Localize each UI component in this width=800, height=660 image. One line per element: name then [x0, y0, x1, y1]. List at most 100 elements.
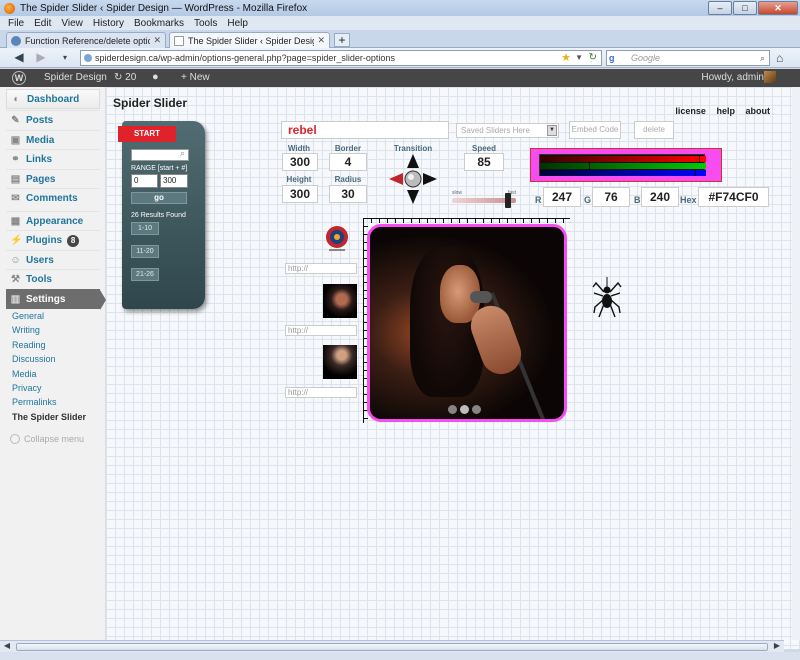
red-channel-bar[interactable] [540, 156, 706, 162]
menu-file[interactable]: File [8, 18, 24, 29]
sidebar-item-tools[interactable]: ⚒ Tools [6, 269, 100, 289]
search-input[interactable]: g Google ⌕ [606, 50, 770, 66]
slide-thumbnail-logo[interactable] [325, 225, 350, 253]
maximize-button[interactable]: □ [733, 1, 757, 15]
height-input[interactable]: 300 [282, 185, 318, 203]
sidebar-item-plugins[interactable]: ⚡ Plugins 8 [6, 230, 100, 250]
embed-code-field[interactable]: Embed Code [569, 121, 621, 139]
blue-marker[interactable] [695, 170, 696, 176]
green-input[interactable]: 76 [592, 187, 630, 207]
radius-input[interactable]: 30 [329, 185, 367, 203]
submenu-discussion[interactable]: Discussion [12, 354, 86, 368]
new-tab-button[interactable]: + [334, 33, 350, 47]
submenu-writing[interactable]: Writing [12, 325, 86, 339]
sidebar-item-pages[interactable]: ▤ Pages [6, 169, 100, 189]
range-count-input[interactable]: 300 [160, 174, 188, 188]
border-input[interactable]: 4 [329, 153, 367, 171]
search-icon[interactable]: ⌕ [180, 148, 185, 159]
submenu-permalinks[interactable]: Permalinks [12, 397, 86, 411]
speed-slider[interactable]: slow fast [452, 190, 516, 208]
google-icon[interactable]: g [609, 52, 621, 64]
sidebar-item-appearance[interactable]: ▦ Appearance [6, 211, 100, 231]
search-icon[interactable]: ⌕ [760, 51, 765, 65]
history-dropdown-icon[interactable]: ▾ [58, 51, 72, 65]
range-button-3[interactable]: 21-26 [131, 268, 159, 281]
updates-link[interactable]: ↻ 20 [114, 72, 136, 83]
menu-tools[interactable]: Tools [194, 18, 217, 29]
saved-sliders-select[interactable]: Saved Sliders Here ▼ [456, 123, 559, 138]
submenu-media[interactable]: Media [12, 369, 86, 383]
submenu-general[interactable]: General [12, 311, 86, 325]
slide-url-input-2[interactable]: http:// [285, 325, 357, 336]
slide-url-input-1[interactable]: http:// [285, 263, 357, 274]
range-button-1[interactable]: 1-10 [131, 222, 159, 235]
scroll-thumb[interactable] [16, 643, 768, 651]
bookmark-star-icon[interactable]: ★ [561, 51, 571, 65]
menu-bookmarks[interactable]: Bookmarks [134, 18, 184, 29]
address-bar[interactable]: spiderdesign.ca/wp-admin/options-general… [80, 50, 602, 66]
transition-direction-pad[interactable] [387, 152, 439, 206]
sidebar-item-posts[interactable]: ✎ Posts [6, 110, 100, 130]
hex-input[interactable]: #F74CF0 [698, 187, 769, 207]
scroll-right-icon[interactable]: ▶ [770, 641, 784, 652]
blue-channel-bar[interactable] [540, 170, 706, 176]
panel-search-input[interactable]: ⌕ [131, 148, 189, 161]
red-marker[interactable] [699, 156, 700, 162]
menu-help[interactable]: Help [227, 18, 248, 29]
sidebar-item-comments[interactable]: ✉ Comments [6, 188, 100, 208]
sidebar-item-users[interactable]: ☺ Users [6, 250, 100, 270]
go-button[interactable]: go [131, 192, 187, 204]
help-link[interactable]: help [716, 106, 735, 116]
site-name-link[interactable]: Spider Design [44, 72, 107, 83]
chevron-down-icon[interactable]: ▼ [547, 125, 557, 136]
vertical-scrollbar[interactable] [792, 87, 800, 640]
collapse-menu-button[interactable]: Collapse menu [10, 434, 84, 444]
color-picker[interactable] [530, 148, 722, 182]
range-start-input[interactable]: 0 [131, 174, 158, 188]
sidebar-item-links[interactable]: ⚭ Links [6, 149, 100, 169]
speed-input[interactable]: 85 [464, 153, 504, 171]
close-button[interactable]: ✕ [758, 1, 798, 15]
howdy-link[interactable]: Howdy, admin [701, 72, 764, 83]
url-dropdown-icon[interactable]: ▼ [575, 51, 583, 65]
slide-dot[interactable] [448, 405, 457, 414]
red-input[interactable]: 247 [543, 187, 581, 207]
menu-edit[interactable]: Edit [34, 18, 51, 29]
comments-bubble-icon[interactable]: ● [152, 71, 159, 83]
back-icon[interactable]: ◀ [12, 51, 26, 65]
start-button[interactable]: START [118, 126, 176, 142]
reload-icon[interactable]: ↻ [589, 51, 597, 65]
green-marker[interactable] [589, 163, 590, 169]
avatar[interactable] [764, 71, 776, 83]
menu-view[interactable]: View [61, 18, 83, 29]
about-link[interactable]: about [746, 106, 771, 116]
minimize-button[interactable]: – [708, 1, 732, 15]
sidebar-item-media[interactable]: ▣ Media [6, 130, 100, 150]
home-icon[interactable]: ⌂ [776, 51, 783, 65]
submenu-privacy[interactable]: Privacy [12, 383, 86, 397]
slide-url-input-3[interactable]: http:// [285, 387, 357, 398]
slide-thumbnail-2[interactable] [323, 284, 357, 318]
slider-preview[interactable] [367, 224, 567, 422]
license-link[interactable]: license [675, 106, 706, 116]
sidebar-item-dashboard[interactable]: ◐ Dashboard [6, 89, 100, 109]
tab-close-icon[interactable]: ✕ [317, 35, 325, 46]
forward-icon[interactable]: ▶ [34, 51, 48, 65]
slider-name-input[interactable]: rebel [281, 121, 449, 139]
new-content-link[interactable]: + New [181, 72, 210, 83]
scroll-left-icon[interactable]: ◀ [0, 641, 14, 652]
tab-spider-slider[interactable]: The Spider Slider ‹ Spider Design — ... … [169, 32, 330, 48]
range-button-2[interactable]: 11-20 [131, 245, 159, 258]
green-channel-bar[interactable] [540, 163, 706, 169]
slider-thumb[interactable] [505, 193, 511, 208]
submenu-spider-slider[interactable]: The Spider Slider [12, 412, 86, 426]
slide-thumbnail-3[interactable] [323, 345, 357, 379]
site-identity-icon[interactable] [84, 54, 92, 62]
horizontal-scrollbar[interactable]: ◀ ▶ [0, 640, 784, 652]
submenu-reading[interactable]: Reading [12, 340, 86, 354]
slide-dot[interactable] [472, 405, 481, 414]
rgb-bars[interactable] [539, 154, 706, 176]
wordpress-logo-icon[interactable]: W [12, 71, 26, 85]
blue-input[interactable]: 240 [641, 187, 679, 207]
sidebar-item-settings[interactable]: ▥ Settings [6, 289, 100, 309]
